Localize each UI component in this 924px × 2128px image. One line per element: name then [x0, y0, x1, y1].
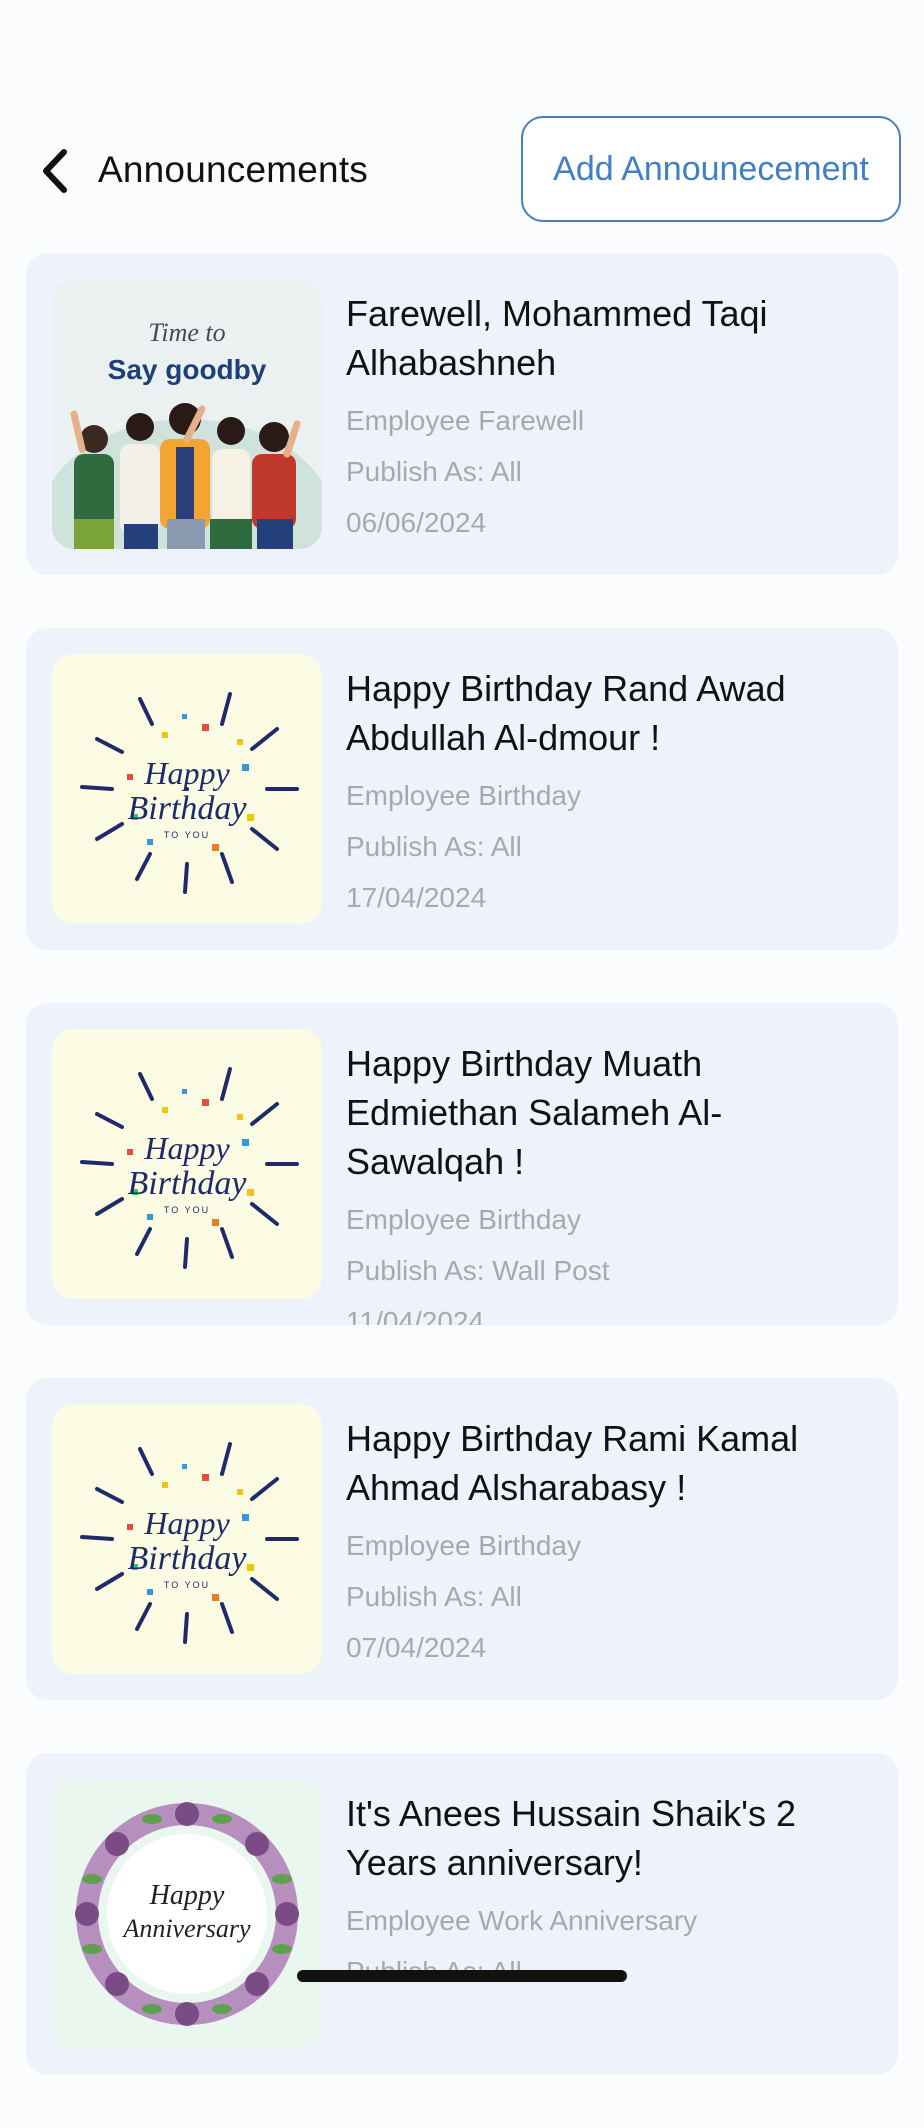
image-text: Say goodby: [108, 354, 267, 385]
announcement-title: Farewell, Mohammed Taqi Alhabashneh: [346, 293, 768, 383]
announcement-title: It's Anees Hussain Shaik's 2 Years anniv…: [346, 1793, 796, 1883]
image-text: Birthday: [128, 1540, 248, 1577]
image-text: TO YOU: [164, 830, 210, 840]
announcement-category: Employee Birthday: [346, 1530, 582, 1561]
image-text: Happy: [143, 1505, 230, 1541]
announcement-category: Employee Work Anniversary: [346, 1905, 698, 1936]
announcement-card[interactable]: Happy Birthday TO YOU Happy Birthday Mua…: [26, 1003, 898, 1325]
announcement-category: Employee Birthday: [346, 780, 582, 811]
image-text: Anniversary: [121, 1914, 251, 1943]
announcement-category: Employee Farewell: [346, 405, 585, 436]
announcement-info: Happy Birthday Muath Edmiethan Salameh A…: [346, 1039, 876, 1325]
announcement-date: 17/04/2024: [346, 882, 487, 913]
announcement-date: 11/04/2024: [346, 1306, 485, 1325]
chevron-left-icon: [43, 149, 67, 193]
announcement-category: Employee Birthday: [346, 1204, 582, 1235]
announcement-publish: Publish As: Wall Post: [346, 1255, 610, 1286]
birthday-image: Happy Birthday TO YOU: [52, 1029, 322, 1299]
image-text: Happy: [149, 1880, 225, 1911]
page-title: Announcements: [98, 149, 369, 190]
image-text: TO YOU: [164, 1205, 210, 1215]
birthday-image: Happy Birthday TO YOU: [52, 654, 322, 924]
announcement-title: Happy Birthday Rami Kamal Ahmad Alsharab…: [346, 1418, 799, 1508]
announcement-card[interactable]: Happy Birthday TO YOU Happy Birthday Ran…: [26, 628, 898, 950]
announcement-date: 06/06/2024: [346, 507, 487, 538]
announcement-info: It's Anees Hussain Shaik's 2 Years anniv…: [346, 1789, 876, 1997]
home-indicator[interactable]: [297, 1970, 627, 1982]
announcement-info: Happy Birthday Rand Awad Abdullah Al-dmo…: [346, 664, 876, 923]
image-text: Birthday: [128, 1165, 248, 1202]
announcement-info: Happy Birthday Rami Kamal Ahmad Alsharab…: [346, 1414, 876, 1673]
announcement-title: Happy Birthday Rand Awad Abdullah Al-dmo…: [346, 668, 786, 758]
add-announcement-button[interactable]: Add Announecement: [521, 116, 901, 222]
birthday-image: Happy Birthday TO YOU: [52, 1404, 322, 1674]
announcement-card[interactable]: Happy Birthday TO YOU Happy Birthday Ram…: [26, 1378, 898, 1700]
announcement-publish: Publish As: All: [346, 1581, 522, 1612]
announcement-info: Farewell, Mohammed Taqi Alhabashneh Empl…: [346, 289, 876, 548]
image-text: Time to: [148, 318, 225, 347]
image-text: TO YOU: [164, 1580, 210, 1590]
announcement-list: Time to Say goodby Farewell, Mohammed Ta…: [26, 253, 898, 2128]
farewell-image: Time to Say goodby: [52, 279, 322, 549]
announcement-publish: Publish As: All: [346, 456, 522, 487]
image-text: Happy: [143, 1130, 230, 1166]
announcement-date: 07/04/2024: [346, 1632, 487, 1663]
image-text: Happy: [143, 755, 230, 791]
top-bar: Announcements Add Announecement: [0, 0, 924, 250]
announcement-card[interactable]: Happy Anniversary It's Anees Hussain Sha…: [26, 1753, 898, 2075]
announcement-card[interactable]: Time to Say goodby Farewell, Mohammed Ta…: [26, 253, 898, 575]
image-text: Birthday: [128, 790, 248, 827]
anniversary-image: Happy Anniversary: [52, 1779, 322, 2049]
back-button[interactable]: [36, 146, 76, 196]
announcement-title: Happy Birthday Muath Edmiethan Salameh A…: [346, 1043, 723, 1182]
announcement-publish: Publish As: All: [346, 831, 522, 862]
